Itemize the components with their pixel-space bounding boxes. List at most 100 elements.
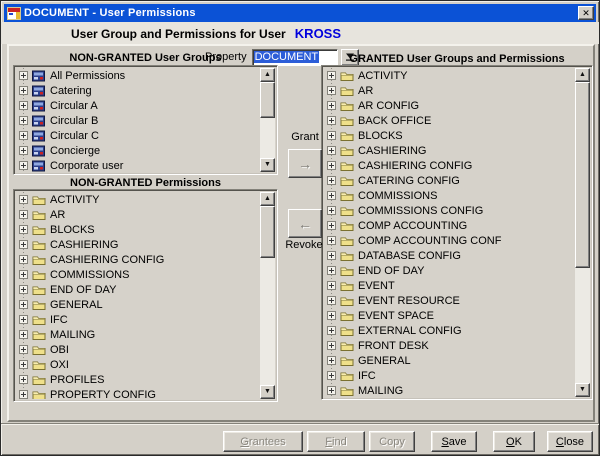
expand-plus-icon[interactable]	[327, 371, 336, 380]
tree-item[interactable]: BLOCKS	[16, 222, 259, 237]
tree-item[interactable]: FRONT DESK	[324, 338, 574, 353]
tree-item[interactable]: PROPERTY CONFIG	[16, 387, 259, 399]
tree-item[interactable]: COMMISSIONS	[16, 267, 259, 282]
scroll-track[interactable]	[260, 206, 275, 385]
expand-plus-icon[interactable]	[19, 240, 28, 249]
tree-item[interactable]: Circular C	[16, 128, 259, 143]
expand-plus-icon[interactable]	[19, 330, 28, 339]
expand-plus-icon[interactable]	[327, 86, 336, 95]
expand-plus-icon[interactable]	[327, 251, 336, 260]
tree-item[interactable]: COMMISSIONS CONFIG	[324, 203, 574, 218]
find-button[interactable]: Find	[307, 431, 365, 452]
tree-item[interactable]: AR	[16, 207, 259, 222]
scroll-down-icon[interactable]: ▼	[575, 383, 590, 397]
tree-item[interactable]: END OF DAY	[16, 282, 259, 297]
tree-item[interactable]: EVENT SPACE	[324, 308, 574, 323]
expand-plus-icon[interactable]	[19, 300, 28, 309]
expand-plus-icon[interactable]	[327, 386, 336, 395]
scroll-up-icon[interactable]: ▲	[260, 68, 275, 82]
expand-plus-icon[interactable]	[327, 161, 336, 170]
tree-item[interactable]: MAILING	[16, 327, 259, 342]
tree-item[interactable]: GENERAL	[324, 353, 574, 368]
tree-item[interactable]: Corporate user	[16, 158, 259, 172]
expand-plus-icon[interactable]	[327, 176, 336, 185]
expand-plus-icon[interactable]	[327, 71, 336, 80]
tree-item[interactable]: DATABASE CONFIG	[324, 248, 574, 263]
close-icon[interactable]: ✕	[578, 6, 594, 20]
expand-plus-icon[interactable]	[19, 101, 28, 110]
tree-item[interactable]: GENERAL	[16, 297, 259, 312]
scroll-track[interactable]	[260, 82, 275, 158]
scroll-thumb[interactable]	[260, 206, 275, 258]
tree-item[interactable]: OXI	[16, 357, 259, 372]
expand-plus-icon[interactable]	[327, 191, 336, 200]
tree-item[interactable]: COMP ACCOUNTING CONF	[324, 233, 574, 248]
expand-plus-icon[interactable]	[327, 101, 336, 110]
tree-item[interactable]: IFC	[16, 312, 259, 327]
revoke-button[interactable]: ←	[288, 209, 322, 238]
tree-item[interactable]: MAILING	[324, 383, 574, 397]
title-bar[interactable]: DOCUMENT - User Permissions ✕	[4, 4, 596, 22]
tree-item[interactable]: COMP ACCOUNTING	[324, 218, 574, 233]
tree-item[interactable]: Circular B	[16, 113, 259, 128]
expand-plus-icon[interactable]	[19, 210, 28, 219]
non-granted-groups-tree[interactable]: All PermissionsCateringCircular ACircula…	[16, 68, 259, 172]
expand-plus-icon[interactable]	[327, 116, 336, 125]
expand-plus-icon[interactable]	[19, 86, 28, 95]
expand-plus-icon[interactable]	[327, 236, 336, 245]
tree-item[interactable]: ACTIVITY	[324, 68, 574, 83]
expand-plus-icon[interactable]	[19, 195, 28, 204]
tree-item[interactable]: Concierge	[16, 143, 259, 158]
tree-item[interactable]: CASHIERING	[16, 237, 259, 252]
scroll-up-icon[interactable]: ▲	[575, 68, 590, 82]
tree-item[interactable]: EVENT RESOURCE	[324, 293, 574, 308]
tree-item[interactable]: Catering	[16, 83, 259, 98]
expand-plus-icon[interactable]	[327, 281, 336, 290]
tree-item[interactable]: Circular A	[16, 98, 259, 113]
scroll-track[interactable]	[575, 82, 590, 383]
expand-plus-icon[interactable]	[327, 326, 336, 335]
expand-plus-icon[interactable]	[327, 296, 336, 305]
expand-plus-icon[interactable]	[19, 116, 28, 125]
expand-plus-icon[interactable]	[327, 131, 336, 140]
tree-item[interactable]: IFC	[324, 368, 574, 383]
tree-item[interactable]: AR	[324, 83, 574, 98]
grant-button[interactable]: →	[288, 149, 322, 178]
expand-plus-icon[interactable]	[19, 360, 28, 369]
permissions-scrollbar[interactable]: ▲ ▼	[260, 192, 275, 399]
tree-item[interactable]: OBI	[16, 342, 259, 357]
scroll-thumb[interactable]	[575, 82, 590, 268]
tree-item[interactable]: PROFILES	[16, 372, 259, 387]
tree-item[interactable]: EVENT	[324, 278, 574, 293]
expand-plus-icon[interactable]	[19, 390, 28, 399]
scroll-thumb[interactable]	[260, 82, 275, 118]
expand-plus-icon[interactable]	[19, 285, 28, 294]
tree-item[interactable]: AR CONFIG	[324, 98, 574, 113]
expand-plus-icon[interactable]	[327, 311, 336, 320]
expand-plus-icon[interactable]	[19, 161, 28, 170]
save-button[interactable]: Save	[431, 431, 477, 452]
groups-scrollbar[interactable]: ▲ ▼	[260, 68, 275, 172]
tree-item[interactable]: CASHIERING CONFIG	[324, 158, 574, 173]
scroll-down-icon[interactable]: ▼	[260, 385, 275, 399]
expand-plus-icon[interactable]	[19, 146, 28, 155]
expand-plus-icon[interactable]	[19, 270, 28, 279]
granted-scrollbar[interactable]: ▲ ▼	[575, 68, 590, 397]
grantees-button[interactable]: Grantees	[223, 431, 303, 452]
expand-plus-icon[interactable]	[19, 225, 28, 234]
tree-item[interactable]: All Permissions	[16, 68, 259, 83]
scroll-up-icon[interactable]: ▲	[260, 192, 275, 206]
expand-plus-icon[interactable]	[19, 255, 28, 264]
expand-plus-icon[interactable]	[327, 356, 336, 365]
expand-plus-icon[interactable]	[327, 266, 336, 275]
expand-plus-icon[interactable]	[327, 146, 336, 155]
tree-item[interactable]: EXTERNAL CONFIG	[324, 323, 574, 338]
tree-item[interactable]: CASHIERING CONFIG	[16, 252, 259, 267]
tree-item[interactable]: BLOCKS	[324, 128, 574, 143]
expand-plus-icon[interactable]	[19, 345, 28, 354]
tree-item[interactable]: COMMISSIONS	[324, 188, 574, 203]
close-button[interactable]: Close	[547, 431, 593, 452]
expand-plus-icon[interactable]	[327, 206, 336, 215]
tree-item[interactable]: BACK OFFICE	[324, 113, 574, 128]
tree-item[interactable]: CATERING CONFIG	[324, 173, 574, 188]
